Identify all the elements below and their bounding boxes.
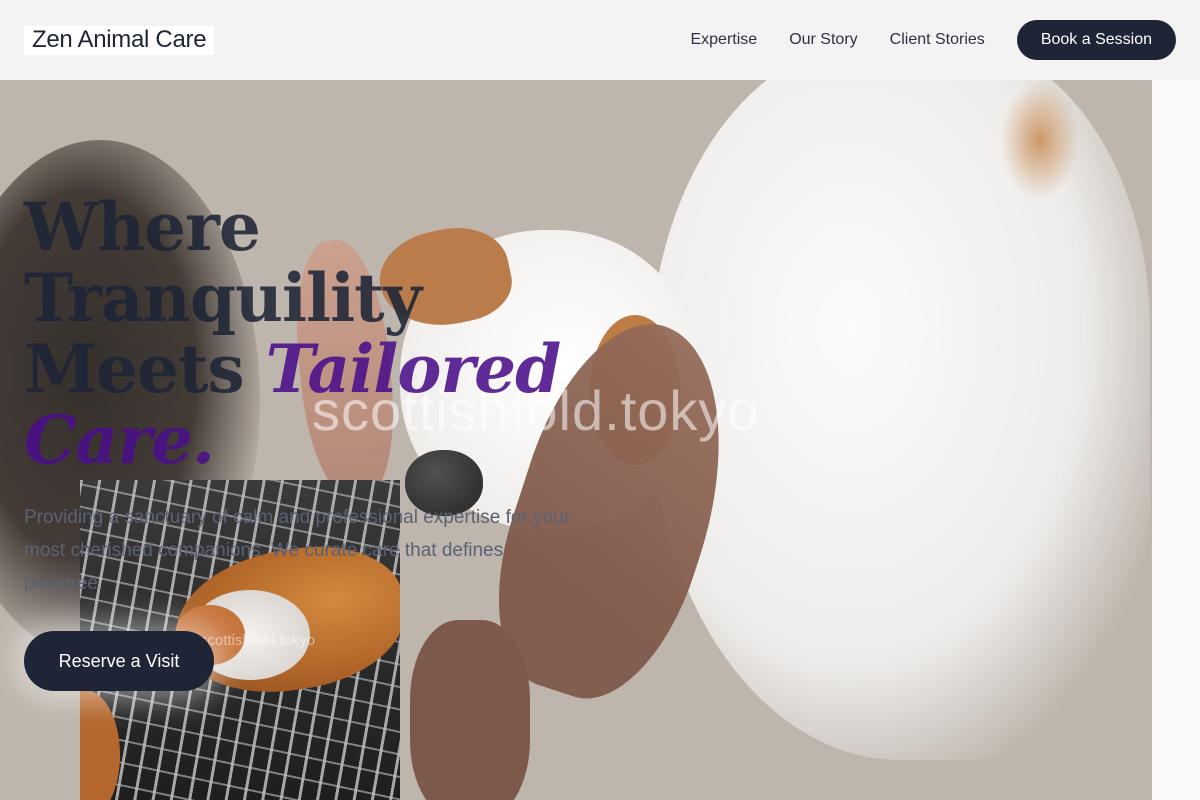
page-edge-strip	[1152, 80, 1200, 800]
top-nav: Zen Animal Care Expertise Our Story Clie…	[0, 0, 1200, 80]
nav-link-our-story[interactable]: Our Story	[789, 31, 857, 49]
brand-logo[interactable]: Zen Animal Care	[24, 25, 215, 55]
headline-line-3: Meets	[24, 330, 245, 408]
hero-subtext: Providing a sanctuary of calm and profes…	[24, 507, 570, 594]
hero-headline: Where Tranquility Meets Tailored Care.	[24, 192, 562, 479]
headline-accent-2: Care.	[24, 401, 215, 479]
headline-line-1: Where	[24, 188, 261, 266]
nav-link-expertise[interactable]: Expertise	[690, 31, 757, 49]
book-session-button[interactable]: Book a Session	[1016, 20, 1176, 60]
headline-line-2: Tranquility	[24, 259, 422, 337]
nav-link-client-stories[interactable]: Client Stories	[890, 31, 985, 49]
headline-accent-1: Tailored	[265, 330, 562, 408]
reserve-visit-button[interactable]: Reserve a Visit	[24, 631, 214, 691]
nav-menu: Expertise Our Story Client Stories Book …	[690, 20, 1176, 60]
